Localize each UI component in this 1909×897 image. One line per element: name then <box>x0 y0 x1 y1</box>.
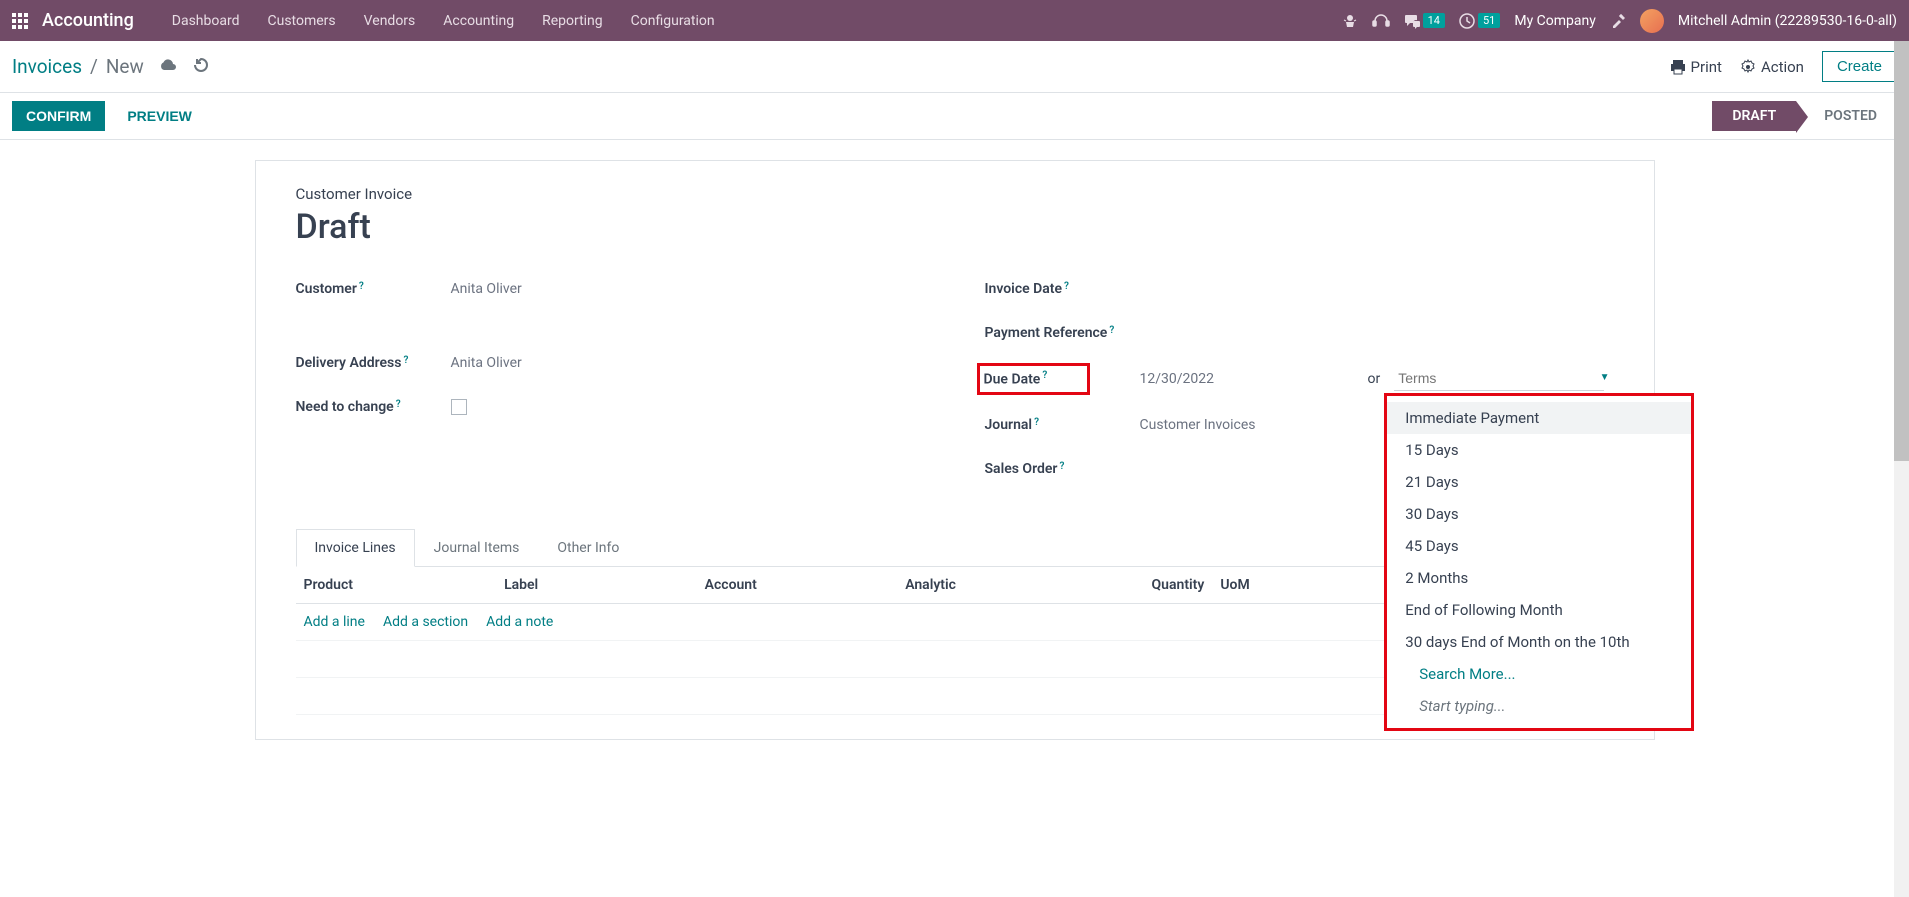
dropdown-item-eofm[interactable]: End of Following Month <box>1387 594 1690 626</box>
tab-journal-items[interactable]: Journal Items <box>415 529 539 566</box>
form-sheet: Customer Invoice Draft Customer? Anita O… <box>255 160 1655 740</box>
user-name[interactable]: Mitchell Admin (22289530-16-0-all) <box>1678 13 1897 29</box>
th-product[interactable]: Product <box>296 567 497 604</box>
print-label: Print <box>1691 58 1722 76</box>
th-quantity[interactable]: Quantity <box>1098 567 1213 604</box>
customer-value[interactable]: Anita Oliver <box>451 281 925 297</box>
form-subtitle: Customer Invoice <box>296 185 1614 203</box>
status-draft[interactable]: DRAFT <box>1712 101 1796 131</box>
need-change-label: Need to change? <box>296 399 451 415</box>
nav-configuration[interactable]: Configuration <box>617 3 729 39</box>
nav-reporting[interactable]: Reporting <box>528 3 617 39</box>
due-date-value[interactable]: 12/30/2022 <box>1140 371 1215 387</box>
print-button[interactable]: Print <box>1670 58 1722 76</box>
add-note-link[interactable]: Add a note <box>486 614 553 630</box>
nav-menu: Dashboard Customers Vendors Accounting R… <box>158 3 729 39</box>
messages-icon[interactable]: 14 <box>1404 13 1445 29</box>
tools-icon[interactable] <box>1610 13 1626 29</box>
breadcrumb-current: New <box>106 55 144 78</box>
scrollbar[interactable] <box>1894 41 1909 897</box>
status-posted[interactable]: POSTED <box>1796 101 1897 131</box>
due-date-label: Due Date? <box>985 363 1140 395</box>
th-account[interactable]: Account <box>697 567 898 604</box>
terms-input[interactable] <box>1394 366 1604 391</box>
action-label: Action <box>1761 58 1804 76</box>
terms-dropdown: Immediate Payment 15 Days 21 Days 30 Day… <box>1384 393 1693 731</box>
need-change-checkbox[interactable] <box>451 399 467 415</box>
dropdown-start-typing[interactable]: Start typing... <box>1387 690 1690 722</box>
scrollbar-thumb[interactable] <box>1894 41 1909 461</box>
discard-icon[interactable] <box>192 56 210 78</box>
create-button[interactable]: Create <box>1822 51 1897 82</box>
chevron-down-icon[interactable]: ▼ <box>1600 372 1610 383</box>
delivery-value[interactable]: Anita Oliver <box>451 355 925 371</box>
add-section-link[interactable]: Add a section <box>383 614 468 630</box>
or-text: or <box>1368 371 1381 387</box>
nav-customers[interactable]: Customers <box>254 3 350 39</box>
dropdown-item-2months[interactable]: 2 Months <box>1387 562 1690 594</box>
nav-vendors[interactable]: Vendors <box>350 3 430 39</box>
avatar[interactable] <box>1640 9 1664 33</box>
nav-dashboard[interactable]: Dashboard <box>158 3 254 39</box>
delivery-label: Delivery Address? <box>296 355 451 371</box>
brand-title[interactable]: Accounting <box>42 10 134 31</box>
company-switcher[interactable]: My Company <box>1514 13 1596 29</box>
dropdown-item-21days[interactable]: 21 Days <box>1387 466 1690 498</box>
preview-button[interactable]: PREVIEW <box>113 101 206 131</box>
status-steps: DRAFT POSTED <box>1712 101 1897 131</box>
dropdown-search-more[interactable]: Search More... <box>1387 658 1690 690</box>
debug-icon[interactable] <box>1342 13 1358 29</box>
payment-ref-label: Payment Reference? <box>985 325 1140 341</box>
dropdown-item-30days[interactable]: 30 Days <box>1387 498 1690 530</box>
form-title: Draft <box>296 207 1614 247</box>
journal-label: Journal? <box>985 417 1140 433</box>
messages-badge: 14 <box>1423 13 1445 28</box>
breadcrumb-separator: / <box>90 55 98 78</box>
status-bar: CONFIRM PREVIEW DRAFT POSTED <box>0 93 1909 140</box>
breadcrumb-bar: Invoices / New Print Action Create <box>0 41 1909 93</box>
dropdown-item-30eom10[interactable]: 30 days End of Month on the 10th <box>1387 626 1690 658</box>
activities-icon[interactable]: 51 <box>1459 13 1500 29</box>
journal-value[interactable]: Customer Invoices <box>1140 417 1256 433</box>
invoice-date-label: Invoice Date? <box>985 281 1140 297</box>
customer-label: Customer? <box>296 281 451 297</box>
support-icon[interactable] <box>1372 13 1390 29</box>
sales-order-label: Sales Order? <box>985 461 1140 477</box>
dropdown-item-15days[interactable]: 15 Days <box>1387 434 1690 466</box>
action-button[interactable]: Action <box>1740 58 1804 76</box>
dropdown-item-45days[interactable]: 45 Days <box>1387 530 1690 562</box>
cloud-save-icon[interactable] <box>158 57 178 77</box>
th-uom[interactable]: UoM <box>1212 567 1413 604</box>
breadcrumb: Invoices / New <box>12 55 144 78</box>
th-label[interactable]: Label <box>496 567 697 604</box>
nav-accounting[interactable]: Accounting <box>429 3 528 39</box>
breadcrumb-parent[interactable]: Invoices <box>12 55 82 78</box>
navbar: Accounting Dashboard Customers Vendors A… <box>0 0 1909 41</box>
dropdown-item-immediate[interactable]: Immediate Payment <box>1387 402 1690 434</box>
tab-other-info[interactable]: Other Info <box>538 529 638 566</box>
tab-invoice-lines[interactable]: Invoice Lines <box>296 529 415 567</box>
apps-icon[interactable] <box>12 13 28 29</box>
confirm-button[interactable]: CONFIRM <box>12 101 105 131</box>
add-line-link[interactable]: Add a line <box>304 614 365 630</box>
activities-badge: 51 <box>1478 13 1500 28</box>
th-analytic[interactable]: Analytic <box>897 567 1098 604</box>
